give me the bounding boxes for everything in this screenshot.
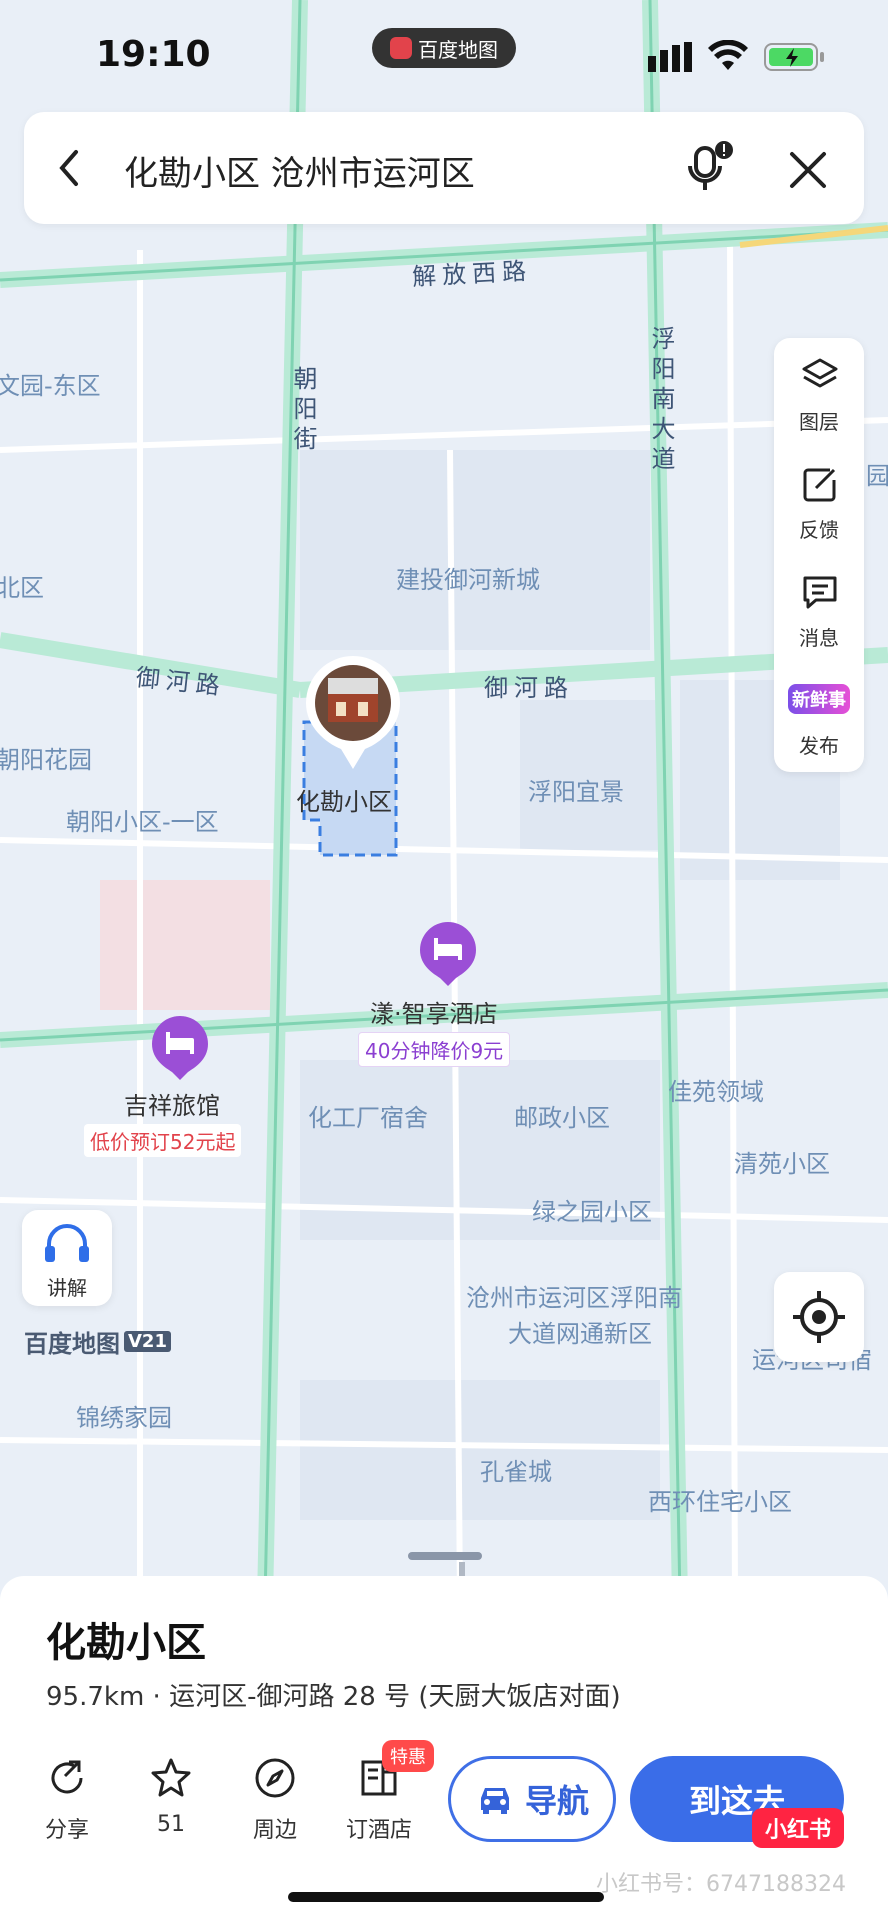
poi-chaoyang-garden[interactable]: 朝阳花园	[0, 740, 92, 775]
baidu-map-logo-icon	[390, 37, 412, 59]
tool-messages[interactable]: 消息	[774, 554, 864, 662]
poi-wenyuan[interactable]: 文园-东区	[0, 366, 101, 401]
poi-north-area[interactable]: 北区	[0, 568, 44, 603]
poi-chemical[interactable]: 化工厂宿舍	[308, 1098, 428, 1133]
feedback-icon	[803, 468, 836, 502]
search-query[interactable]: 化勘小区 沧州市运河区	[124, 146, 475, 195]
xiaohongshu-logo: 小红书	[752, 1808, 844, 1848]
poi-fuyang-south-2[interactable]: 大道网通新区	[508, 1314, 652, 1349]
hotel-marker-jixiang[interactable]	[152, 1016, 208, 1080]
hotel-jixiang-promo: 低价预订52元起	[84, 1124, 242, 1157]
poi-xihuan[interactable]: 西环住宅小区	[648, 1482, 792, 1517]
map-brand-label: 百度地图	[24, 1330, 120, 1358]
nearby-button[interactable]: 周边	[230, 1756, 320, 1844]
poi-jinxiu[interactable]: 锦绣家园	[76, 1398, 172, 1433]
app-indicator-label: 百度地图	[418, 37, 498, 62]
search-bar[interactable]: 化勘小区 沧州市运河区	[24, 112, 864, 224]
book-hotel-label: 订酒店	[345, 1818, 412, 1843]
tool-feedback-label: 反馈	[799, 518, 839, 542]
locate-icon	[793, 1291, 845, 1343]
tool-publish-label: 发布	[799, 734, 839, 758]
poi-kongque[interactable]: 孔雀城	[480, 1452, 552, 1487]
map-view[interactable]: 解放西路 朝阳街 浮阳南大道 御河路 御河路 文园-东区 北区 建投御河新城 朝…	[0, 0, 888, 1600]
hotel-marker[interactable]	[420, 922, 476, 986]
watermark-text: 小红书号：6747188324	[596, 1872, 846, 1897]
road-label-chaoyang: 朝阳街	[289, 366, 317, 456]
tool-messages-label: 消息	[799, 626, 839, 650]
map-version-badge: V21	[124, 1331, 171, 1352]
locate-button[interactable]	[774, 1272, 864, 1362]
tool-feedback[interactable]: 反馈	[774, 446, 864, 554]
place-marker[interactable]	[306, 656, 400, 772]
nearby-label: 周边	[252, 1818, 297, 1843]
narrate-button[interactable]: 讲解	[22, 1210, 112, 1306]
favorite-count: 51	[157, 1812, 185, 1837]
hotel-yang-label[interactable]: 漾·智享酒店	[370, 994, 498, 1029]
side-toolbar: 图层 反馈 消息 新鲜事 发布	[774, 338, 864, 772]
navigate-button[interactable]: 导航	[448, 1756, 616, 1842]
road-label-yuhe-right: 御河路	[484, 674, 574, 702]
place-title: 化勘小区	[46, 1620, 206, 1666]
home-indicator[interactable]	[288, 1892, 604, 1902]
hotel-special-badge: 特惠	[382, 1740, 434, 1772]
back-icon[interactable]	[54, 146, 84, 194]
map-brand: 百度地图 V21	[24, 1324, 171, 1359]
headphones-icon	[45, 1224, 89, 1262]
poi-lvzhiyuan[interactable]: 绿之园小区	[532, 1192, 652, 1227]
poi-jiayuan[interactable]: 佳苑领域	[668, 1072, 764, 1107]
star-icon	[151, 1758, 191, 1797]
marker-pin-icon	[306, 656, 400, 769]
battery-icon	[764, 42, 828, 76]
share-button[interactable]: 分享	[22, 1756, 112, 1844]
tool-layers[interactable]: 图层	[774, 338, 864, 446]
poi-fuyang-south-1[interactable]: 沧州市运河区浮阳南	[466, 1278, 682, 1313]
poi-chaoyang-1[interactable]: 朝阳小区-一区	[66, 802, 219, 837]
hotel-bed-icon	[152, 1016, 208, 1080]
tool-publish[interactable]: 新鲜事 发布	[774, 662, 864, 770]
message-icon	[803, 576, 837, 609]
signal-icon	[648, 42, 692, 76]
poi-postal[interactable]: 邮政小区	[514, 1098, 610, 1133]
poi-fuyang-yijing[interactable]: 浮阳宜景	[528, 772, 624, 807]
wifi-icon	[708, 39, 748, 76]
layers-icon	[802, 358, 838, 388]
car-icon	[480, 1788, 509, 1814]
place-marker-label[interactable]: 化勘小区	[296, 782, 392, 817]
navigate-label: 导航	[524, 1782, 589, 1820]
poi-yuan-right[interactable]: 园	[866, 456, 888, 491]
share-icon	[51, 1760, 83, 1794]
sheet-drag-handle[interactable]	[408, 1552, 482, 1560]
status-time: 19:10	[96, 34, 211, 75]
compass-icon	[255, 1758, 295, 1798]
tool-layers-label: 图层	[799, 410, 839, 434]
microphone-icon[interactable]	[684, 140, 734, 200]
place-address: 95.7km · 运河区-御河路 28 号 (天厨大饭店对面)	[46, 1682, 621, 1712]
app-indicator-pill: 百度地图	[372, 28, 516, 68]
poi-jiantou[interactable]: 建投御河新城	[396, 560, 540, 595]
hotel-jixiang-label[interactable]: 吉祥旅馆	[124, 1086, 220, 1121]
hotel-yang-promo: 40分钟降价9元	[358, 1032, 511, 1067]
favorite-button[interactable]: 51	[126, 1756, 216, 1837]
road-label-fuyang: 浮阳南大道	[647, 326, 675, 476]
poi-qingyuan[interactable]: 清苑小区	[734, 1144, 830, 1179]
publish-badge-icon: 新鲜事	[788, 684, 850, 714]
narrate-label: 讲解	[47, 1276, 87, 1300]
share-label: 分享	[44, 1818, 89, 1843]
hotel-bed-icon	[420, 922, 476, 986]
road-label-jiefang: 解放西路	[411, 256, 533, 292]
close-icon[interactable]	[788, 150, 828, 194]
